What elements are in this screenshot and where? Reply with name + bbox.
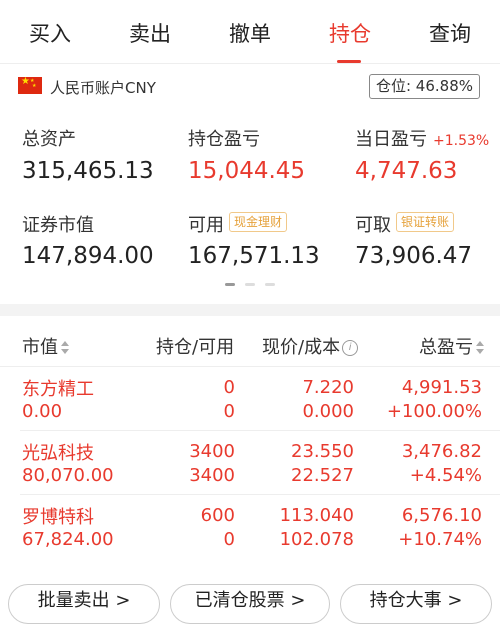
position-events-button[interactable]: 持仓大事 > [340,584,492,624]
stock-price: 7.220 [302,377,354,398]
stock-available: 0 [223,529,235,550]
carousel-dot-3[interactable] [265,283,275,286]
market-value-value: 147,894.00 [22,243,154,269]
header-holding-available: 持仓/可用 [156,337,235,358]
stock-price: 113.040 [279,505,354,526]
stock-cost: 22.527 [291,465,354,486]
tabs-divider [0,63,500,64]
tab-query[interactable]: 查询 [400,18,500,48]
header-price-cost: 现价/成本 i [262,333,359,359]
stock-market-value: 80,070.00 [22,465,114,486]
total-assets-label: 总资产 [22,129,76,150]
daily-pl-label: 当日盈亏 +1.53% [355,125,489,151]
stock-cost: 0.000 [302,401,354,422]
stock-name: 光弘科技 [22,443,94,464]
account-name[interactable]: 人民币账户CNY [50,77,156,98]
china-flag-icon: ★ ★ ★ [18,76,42,94]
header-market-value[interactable]: 市值 [22,333,69,359]
stock-name: 罗博特科 [22,507,94,528]
stock-market-value: 67,824.00 [22,529,114,550]
tab-cancel-order[interactable]: 撤单 [200,18,300,48]
holding-pl-label: 持仓盈亏 [188,129,260,150]
stock-available: 3400 [189,465,235,486]
section-separator [0,304,500,316]
bank-transfer-tag[interactable]: 银证转账 [396,212,455,232]
stock-available: 0 [223,401,235,422]
daily-pl-percent: +1.53% [433,133,490,149]
stock-price: 23.550 [291,441,354,462]
sort-icon [476,341,484,355]
tab-sell[interactable]: 卖出 [100,18,200,48]
stock-holding: 0 [223,377,235,398]
stock-pl: 4,991.53 [401,377,482,398]
header-total-pl-text: 总盈亏 [419,337,473,358]
stock-holding: 3400 [189,441,235,462]
header-total-pl[interactable]: 总盈亏 [419,333,484,359]
daily-pl-value: 4,747.63 [355,158,458,184]
cash-management-tag[interactable]: 现金理财 [229,212,288,232]
holding-pl-value: 15,044.45 [188,158,306,184]
stock-pl-percent: +100.00% [386,401,482,422]
batch-sell-button[interactable]: 批量卖出 > [8,584,160,624]
market-value-label: 证券市值 [22,215,94,236]
table-row[interactable]: 东方精工 0.00 0 0 7.220 0.000 4,991.53 +100.… [0,367,500,431]
sort-icon [61,341,69,355]
stock-holding: 600 [200,505,235,526]
withdrawable-value: 73,906.47 [355,243,473,269]
table-row[interactable]: 罗博特科 67,824.00 600 0 113.040 102.078 6,5… [0,495,500,559]
available-value: 167,571.13 [188,243,320,269]
header-price-cost-text: 现价/成本 [262,337,341,358]
withdrawable-label: 可取 [355,215,391,236]
stock-market-value: 0.00 [22,401,63,422]
header-market-value-text: 市值 [22,337,58,358]
cleared-stocks-button[interactable]: 已清仓股票 > [170,584,330,624]
stock-name: 东方精工 [22,379,94,400]
info-icon[interactable]: i [342,340,359,356]
stock-pl-percent: +4.54% [409,465,482,486]
total-assets-value: 315,465.13 [22,158,154,184]
daily-pl-label-text: 当日盈亏 [355,129,427,150]
stock-pl-percent: +10.74% [398,529,482,550]
stock-pl: 3,476.82 [401,441,482,462]
carousel-dot-1[interactable] [225,283,235,286]
tab-positions[interactable]: 持仓 [300,18,400,48]
table-row[interactable]: 光弘科技 80,070.00 3400 3400 23.550 22.527 3… [0,431,500,495]
position-ratio-badge: 仓位: 46.88% [369,74,480,99]
available-label: 可用 [188,215,224,236]
stock-pl: 6,576.10 [401,505,482,526]
carousel-dot-2[interactable] [245,283,255,286]
tab-buy[interactable]: 买入 [0,18,100,48]
stock-cost: 102.078 [279,529,354,550]
